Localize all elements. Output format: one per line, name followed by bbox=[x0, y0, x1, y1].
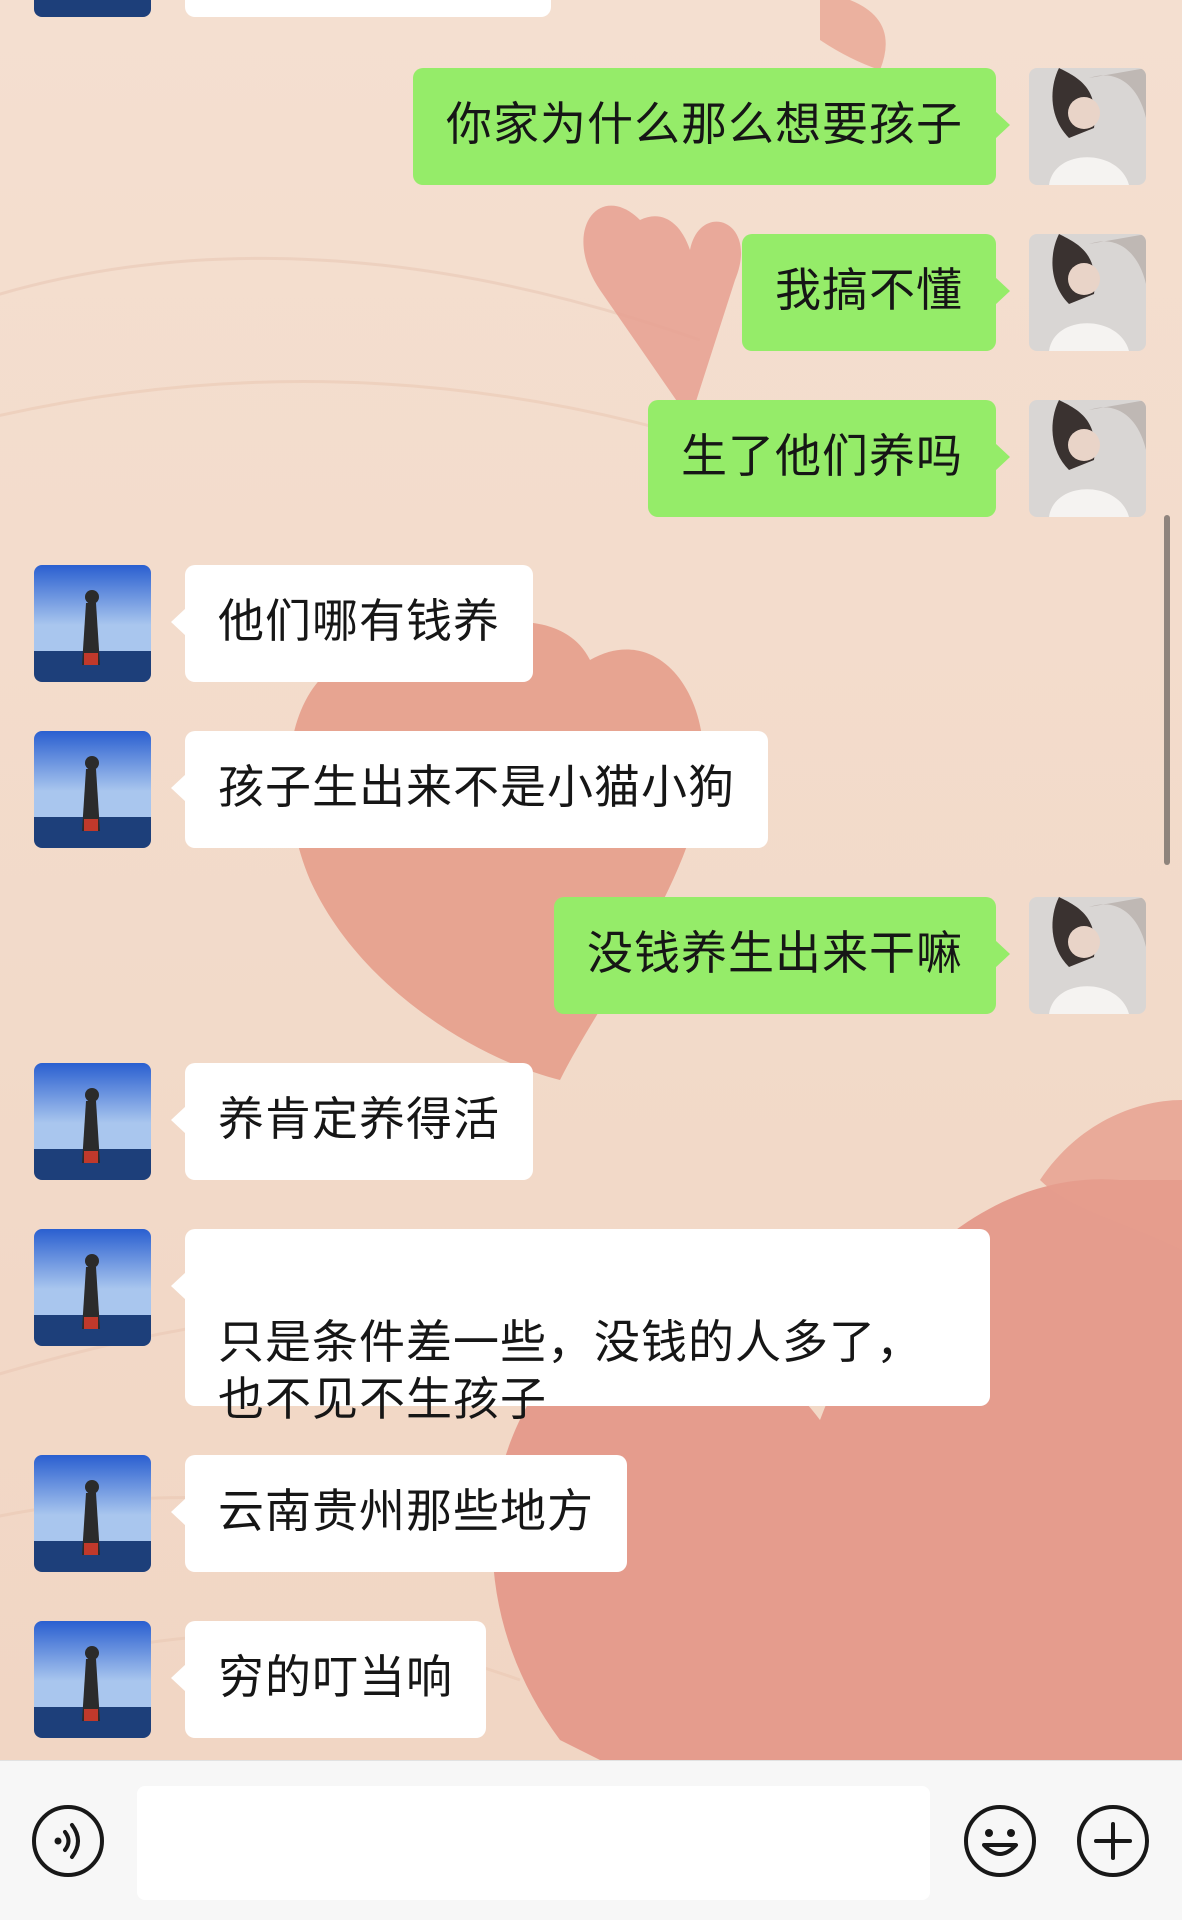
message-bubble-outgoing[interactable]: 你家为什么那么想要孩子 bbox=[413, 68, 1010, 185]
self-avatar[interactable] bbox=[1029, 68, 1146, 185]
self-avatar[interactable] bbox=[1029, 234, 1146, 351]
message-input[interactable] bbox=[137, 1786, 930, 1900]
message-bubble-incoming[interactable] bbox=[185, 0, 551, 17]
message-text: 生了他们养吗 bbox=[681, 429, 963, 483]
self-avatar-image bbox=[1029, 234, 1146, 351]
contact-avatar[interactable] bbox=[34, 1063, 151, 1180]
contact-avatar[interactable] bbox=[34, 1455, 151, 1572]
message-bubble-incoming[interactable]: 养肯定养得活 bbox=[171, 1063, 533, 1180]
message-bubble-incoming[interactable]: 只是条件差一些，没钱的人多了， 也不见不生孩子 bbox=[171, 1229, 990, 1426]
self-avatar-image bbox=[1029, 68, 1146, 185]
message-text: 穷的叮当响 bbox=[218, 1650, 453, 1704]
emoji-icon[interactable] bbox=[962, 1803, 1038, 1879]
chat-screen: 你家为什么那么想要孩子 我搞不懂 生了他们养吗 他们哪有钱养 孩子生出来不是小猫… bbox=[0, 0, 1182, 1920]
message-bubble-incoming[interactable]: 穷的叮当响 bbox=[171, 1621, 486, 1738]
message-bubble-incoming[interactable]: 他们哪有钱养 bbox=[171, 565, 533, 682]
contact-avatar-image bbox=[34, 731, 151, 848]
contact-avatar-image bbox=[34, 1621, 151, 1738]
input-bar bbox=[0, 1760, 1182, 1920]
contact-avatar-image bbox=[34, 565, 151, 682]
message-bubble-incoming[interactable]: 孩子生出来不是小猫小狗 bbox=[171, 731, 768, 848]
contact-avatar[interactable] bbox=[34, 731, 151, 848]
message-text: 我搞不懂 bbox=[775, 263, 963, 317]
contact-avatar[interactable] bbox=[34, 1229, 151, 1346]
contact-avatar-image bbox=[34, 1455, 151, 1572]
message-text: 他们哪有钱养 bbox=[218, 594, 500, 648]
message-text: 你家为什么那么想要孩子 bbox=[446, 97, 963, 151]
self-avatar-image bbox=[1029, 897, 1146, 1014]
self-avatar[interactable] bbox=[1029, 897, 1146, 1014]
contact-avatar[interactable] bbox=[34, 1621, 151, 1738]
message-bubble-outgoing[interactable]: 我搞不懂 bbox=[742, 234, 1010, 351]
contact-avatar[interactable] bbox=[34, 565, 151, 682]
contact-avatar-image bbox=[34, 0, 151, 17]
message-text: 没钱养生出来干嘛 bbox=[587, 926, 963, 980]
contact-avatar-image bbox=[34, 1229, 151, 1346]
voice-icon[interactable] bbox=[30, 1803, 106, 1879]
self-avatar-image bbox=[1029, 400, 1146, 517]
scrollbar[interactable] bbox=[1164, 515, 1170, 865]
message-bubble-outgoing[interactable]: 没钱养生出来干嘛 bbox=[554, 897, 1010, 1014]
message-text: 云南贵州那些地方 bbox=[218, 1484, 594, 1538]
self-avatar[interactable] bbox=[1029, 400, 1146, 517]
message-text: 养肯定养得活 bbox=[218, 1092, 500, 1146]
message-text: 孩子生出来不是小猫小狗 bbox=[218, 760, 735, 814]
message-bubble-outgoing[interactable]: 生了他们养吗 bbox=[648, 400, 1010, 517]
contact-avatar-image bbox=[34, 1063, 151, 1180]
contact-avatar[interactable] bbox=[34, 0, 151, 17]
plus-icon[interactable] bbox=[1075, 1803, 1151, 1879]
message-bubble-incoming[interactable]: 云南贵州那些地方 bbox=[171, 1455, 627, 1572]
